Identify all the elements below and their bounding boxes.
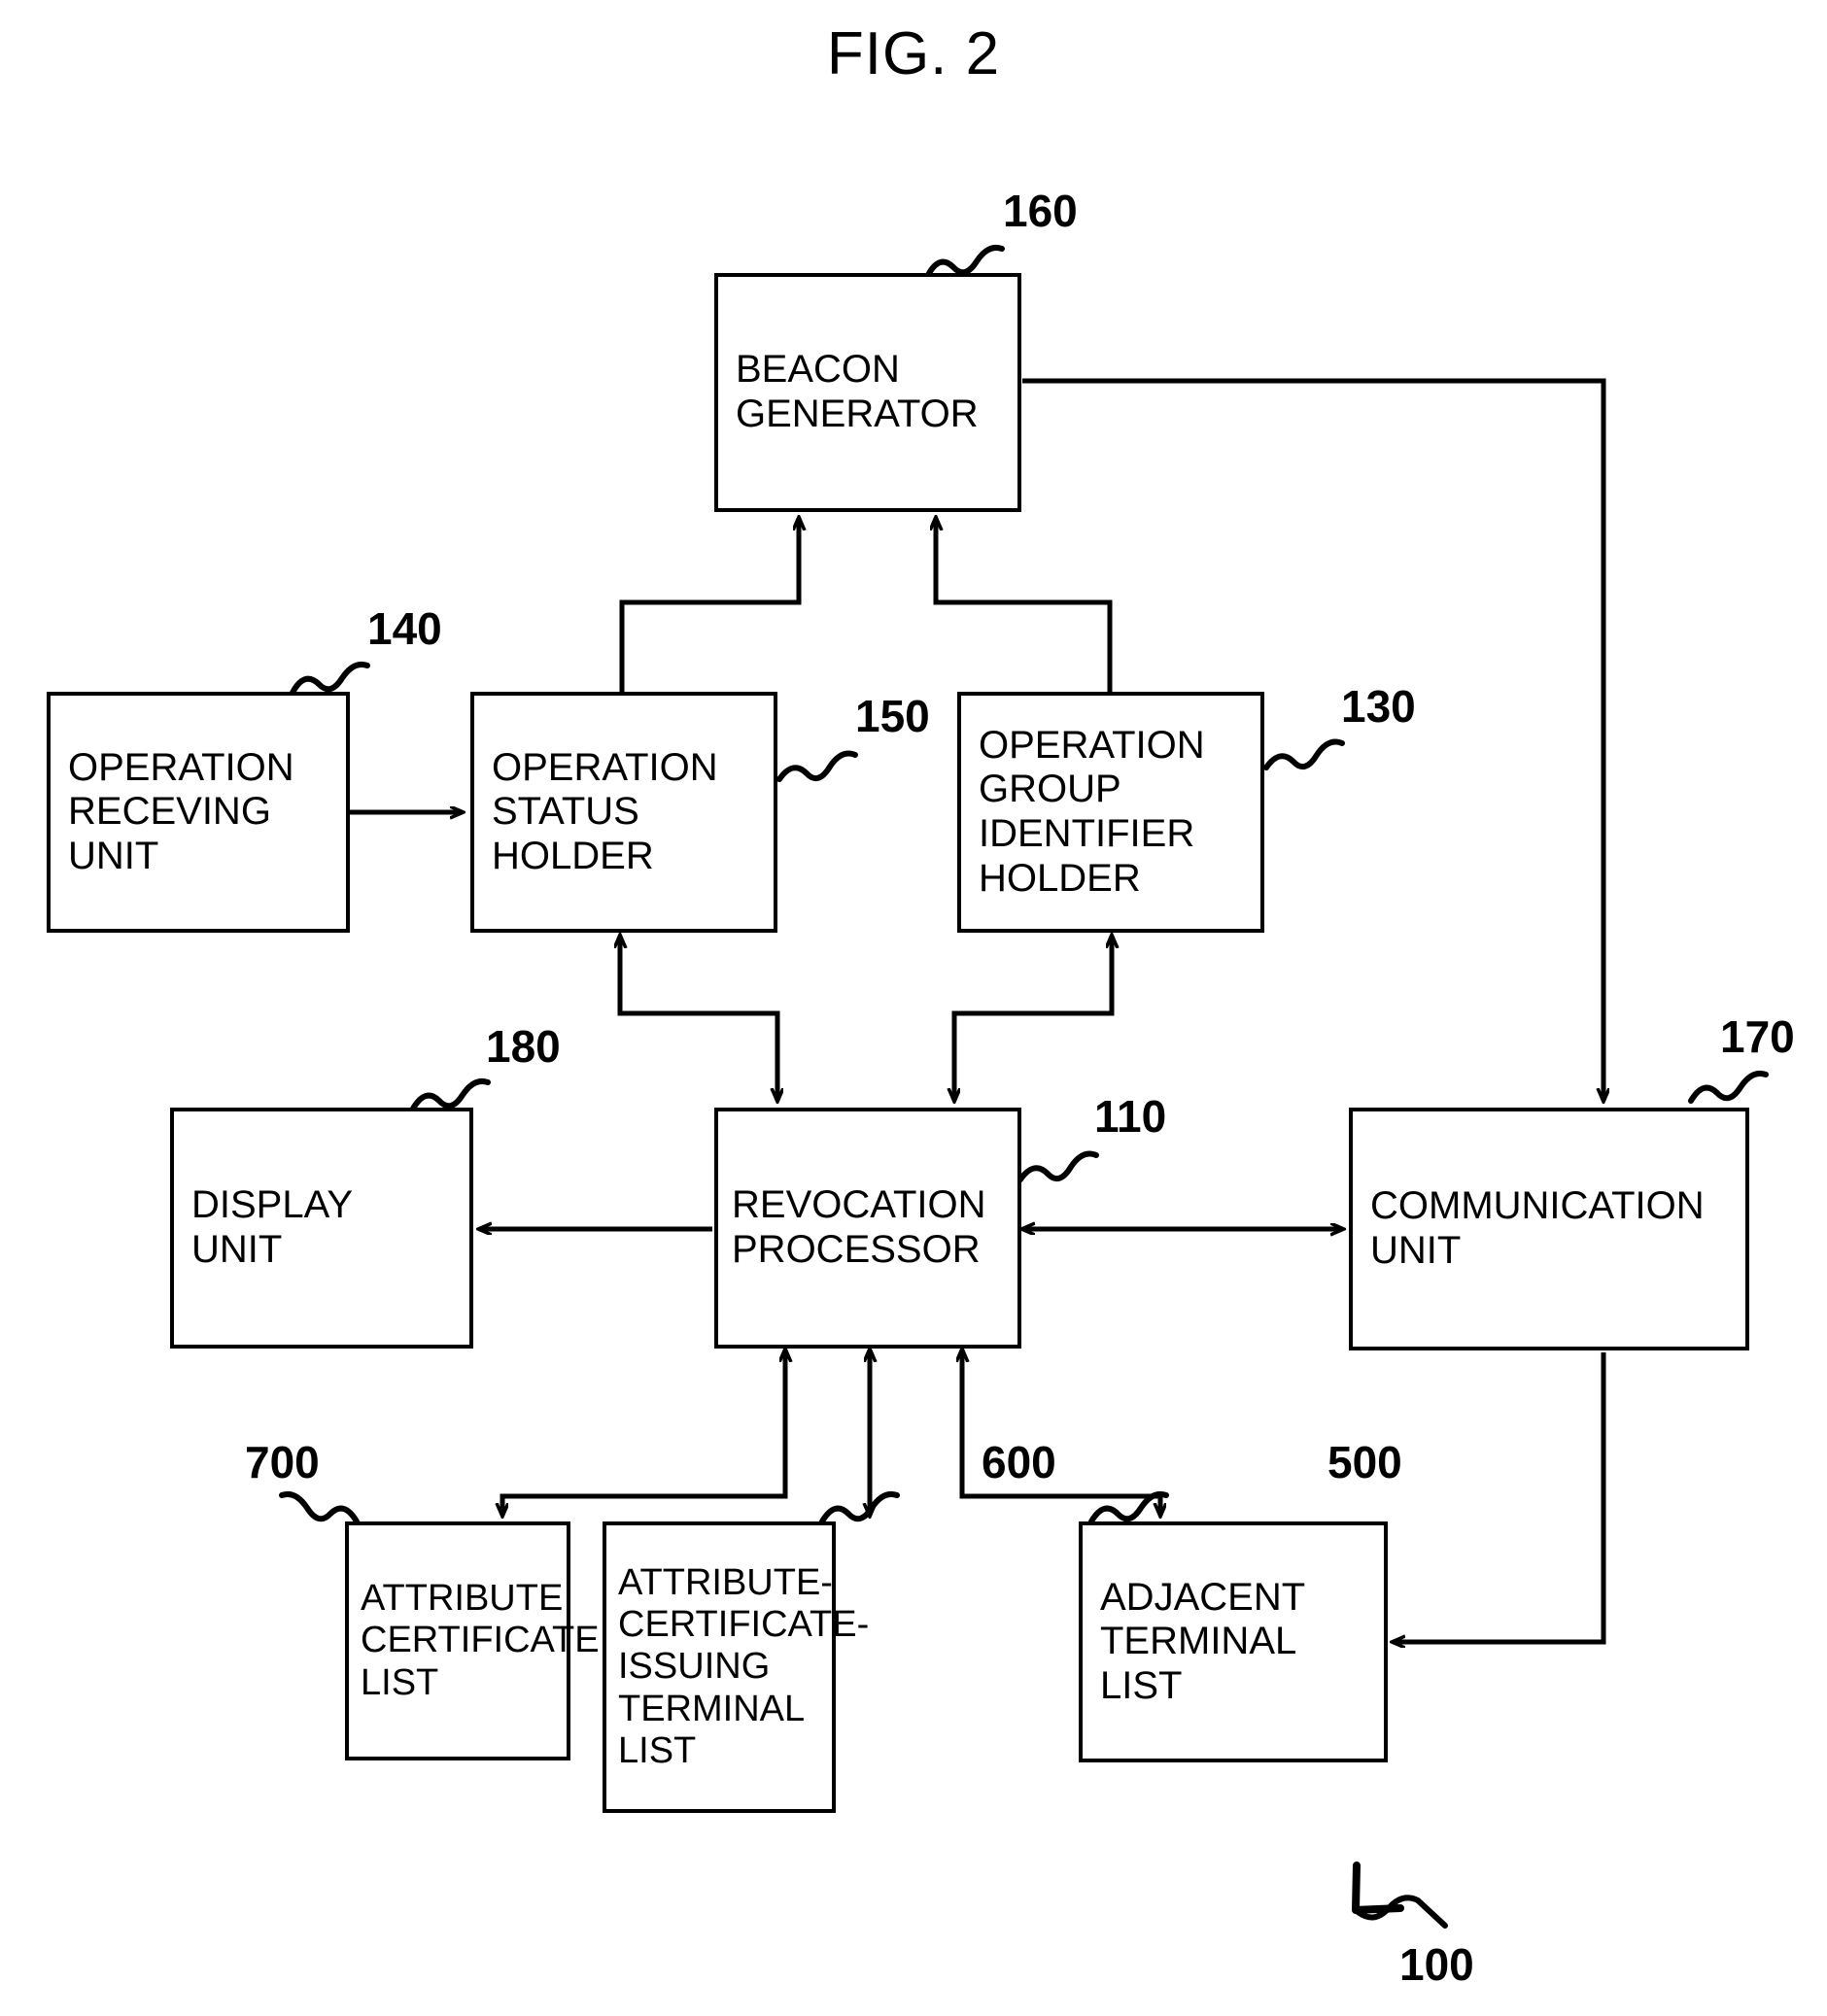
block-label-operation-status-holder: OPERATION STATUS HOLDER <box>492 745 718 877</box>
ref-number-500: 500 <box>1327 1437 1402 1487</box>
ref-number-600: 600 <box>982 1437 1056 1487</box>
block-label-attribute-certificate-issuing-terminal-list: ATTRIBUTE- CERTIFICATE- ISSUING TERMINAL… <box>618 1561 870 1771</box>
ref-number-170: 170 <box>1720 1011 1795 1062</box>
block-label-communication-unit: COMMUNICATION UNIT <box>1370 1184 1705 1272</box>
block-label-operation-receiving-unit: OPERATION RECEVING UNIT <box>68 745 294 877</box>
block-label-attribute-certificate-list: ATTRIBUTE CERTIFICATE LIST <box>361 1578 600 1703</box>
figure-canvas: FIG. 2 BEACON GENERATOR 160 OPERATION RE… <box>0 0 1827 2016</box>
ref-number-150: 150 <box>855 691 930 741</box>
block-attribute-certificate-issuing-terminal-list[interactable]: ATTRIBUTE- CERTIFICATE- ISSUING TERMINAL… <box>603 1521 869 1813</box>
block-operation-receiving-unit[interactable]: OPERATION RECEVING UNIT <box>47 692 350 933</box>
figure-title: FIG. 2 <box>826 20 1001 87</box>
ref-number-160: 160 <box>1003 186 1078 236</box>
ref-number-140: 140 <box>367 603 442 654</box>
ref-number-180: 180 <box>486 1021 561 1072</box>
block-attribute-certificate-list[interactable]: ATTRIBUTE CERTIFICATE LIST <box>345 1521 600 1760</box>
ref-number-100: 100 <box>1399 1939 1474 1990</box>
block-operation-status-holder[interactable]: OPERATION STATUS HOLDER <box>470 692 777 933</box>
block-label-beacon-generator: BEACON GENERATOR <box>736 348 979 435</box>
block-adjacent-terminal-list[interactable]: ADJACENT TERMINAL LIST <box>1079 1521 1388 1762</box>
block-label-operation-group-identifier-holder: OPERATION GROUP IDENTIFIER HOLDER <box>979 723 1205 900</box>
ref-number-110: 110 <box>1094 1091 1167 1142</box>
block-revocation-processor[interactable]: REVOCATION PROCESSOR <box>714 1108 1021 1349</box>
ref-number-130: 130 <box>1341 681 1416 732</box>
block-label-adjacent-terminal-list: ADJACENT TERMINAL LIST <box>1100 1575 1306 1707</box>
block-communication-unit[interactable]: COMMUNICATION UNIT <box>1349 1108 1749 1350</box>
ref-number-700: 700 <box>245 1437 320 1487</box>
block-operation-group-identifier-holder[interactable]: OPERATION GROUP IDENTIFIER HOLDER <box>957 692 1264 933</box>
block-beacon-generator[interactable]: BEACON GENERATOR <box>714 273 1021 512</box>
block-label-revocation-processor: REVOCATION PROCESSOR <box>732 1183 986 1271</box>
block-display-unit[interactable]: DISPLAY UNIT <box>170 1108 473 1349</box>
block-label-display-unit: DISPLAY UNIT <box>191 1183 353 1271</box>
